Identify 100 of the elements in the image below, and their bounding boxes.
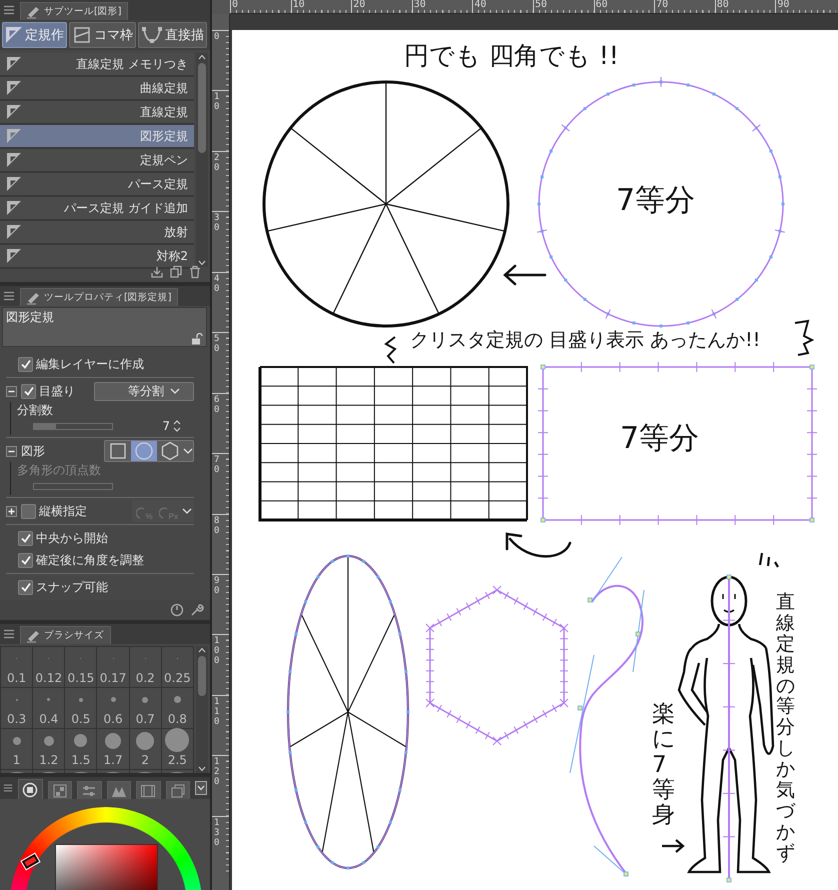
dropdown[interactable]: 等分割 — [94, 382, 194, 400]
checkbox[interactable] — [18, 530, 33, 546]
panel-tab[interactable]: サブツール[図形] — [20, 2, 128, 20]
property-label: スナップ可能 — [36, 578, 108, 596]
curly-bracket-drawing — [794, 320, 814, 356]
brush-size-cell[interactable]: 0.6 — [97, 688, 129, 728]
menu-icon[interactable] — [3, 5, 15, 15]
collapse-toggle[interactable] — [6, 446, 17, 456]
squiggle-bracket-drawing — [384, 336, 397, 364]
pen-icon — [25, 4, 41, 18]
unlock-icon[interactable] — [191, 333, 203, 345]
subtool-item[interactable]: 曲線定規 — [0, 77, 194, 101]
ruler-label: 70 — [214, 454, 220, 476]
brush-dot-icon — [74, 734, 88, 747]
scroll-down-icon[interactable] — [197, 259, 207, 267]
brush-dot-icon — [165, 728, 190, 752]
brush-size-cell[interactable]: 0.17 — [97, 647, 129, 687]
color-grid-icon — [52, 782, 68, 798]
brush-size-cell[interactable]: 0.3 — [1, 688, 32, 728]
checkbox[interactable] — [21, 504, 36, 518]
brush-size-cell[interactable]: 1.5 — [65, 729, 96, 769]
subtool-item[interactable]: 定規ペン — [0, 149, 194, 173]
slider-fill[interactable] — [34, 424, 56, 428]
frame-icon — [72, 26, 92, 44]
tool-name-field[interactable]: 図形定規 — [2, 307, 207, 347]
remark-note: クリスタ定規の 目盛り表示 あったんか!! — [410, 330, 760, 351]
panel-tab[interactable]: ツールプロパティ[図形定規] — [20, 288, 178, 306]
panel-tab[interactable] — [48, 781, 72, 799]
ruler-label: 50 — [214, 333, 220, 354]
panel-menu-button[interactable] — [195, 781, 207, 795]
checkbox[interactable] — [21, 384, 36, 398]
subtool-item[interactable]: 放射 — [0, 221, 194, 245]
triangle-ruler-icon — [6, 80, 22, 96]
panel-tab[interactable] — [106, 781, 131, 799]
plus-icon — [7, 506, 16, 516]
ruler-label: 10 — [214, 91, 220, 112]
scrollbar-thumb[interactable] — [198, 63, 206, 153]
subtool-item[interactable]: 図形定規 — [0, 125, 194, 149]
scrollbar[interactable] — [196, 53, 208, 267]
subtool-item[interactable]: 直線定規 — [0, 101, 194, 125]
duplicate-icon[interactable] — [169, 265, 183, 279]
brush-dot-icon — [44, 736, 54, 746]
tray-arrow-icon[interactable] — [150, 265, 164, 279]
ruler-label: 60 — [214, 394, 220, 415]
triangle-ruler-icon — [6, 56, 22, 72]
tool-group-button[interactable]: コマ枠 — [69, 22, 136, 48]
subtool-item[interactable]: パース定規 — [0, 173, 194, 197]
brush-size-cell[interactable]: 1.2 — [33, 729, 64, 769]
menu-icon[interactable] — [3, 629, 15, 639]
brush-size-cell[interactable]: 2.5 — [162, 729, 193, 769]
scroll-up-icon[interactable] — [197, 646, 207, 654]
scrollbar[interactable] — [196, 646, 208, 773]
brush-size-cell[interactable]: 0.8 — [162, 688, 193, 728]
brush-size-cell[interactable]: 0.7 — [130, 688, 161, 728]
scrollbar-thumb[interactable] — [198, 656, 206, 696]
brush-size-cell[interactable]: 0.1 — [1, 647, 32, 687]
checkbox[interactable] — [18, 580, 33, 594]
checkbox[interactable] — [18, 552, 33, 568]
ruler-label: 130 — [214, 816, 220, 848]
scroll-down-icon[interactable] — [197, 765, 207, 773]
property-label: 図形 — [21, 442, 45, 460]
ruler-label: 120 — [214, 756, 220, 788]
checkbox[interactable] — [18, 356, 33, 372]
panel-tab[interactable]: ブラシサイズ — [20, 626, 111, 644]
brush-dot-icon — [105, 732, 122, 748]
expand-toggle[interactable] — [6, 506, 17, 516]
slider-track[interactable] — [33, 422, 113, 430]
dial-icon[interactable] — [170, 603, 184, 617]
color-wheel-icon — [22, 782, 38, 798]
brush-size-cell[interactable]: 0.2 — [130, 647, 161, 687]
triangle-ruler-icon — [6, 128, 22, 144]
brush-size-cell[interactable]: 0.25 — [162, 647, 193, 687]
menu-icon[interactable] — [3, 783, 13, 793]
subtool-item[interactable]: 直線定規 メモリつき — [0, 53, 194, 77]
brush-dot-icon — [78, 698, 83, 702]
heading-note: 円でも 四角でも !! — [404, 42, 619, 70]
panel-tab[interactable] — [166, 781, 190, 799]
wrench-icon[interactable] — [190, 603, 204, 617]
subtool-item[interactable]: パース定規 ガイド追加 — [0, 197, 194, 221]
subtool-item[interactable]: 対称2 — [0, 245, 194, 269]
brush-dot-icon — [136, 732, 154, 750]
brush-size-cell[interactable]: 1.7 — [97, 729, 129, 769]
trash-icon[interactable] — [188, 265, 202, 279]
shape-selector[interactable] — [104, 440, 194, 462]
left-arrow-drawing — [503, 264, 546, 286]
vertical-note: 楽に7等身 — [652, 702, 675, 828]
panel-tab[interactable] — [18, 779, 42, 799]
collapse-toggle[interactable] — [6, 386, 17, 396]
scroll-up-icon[interactable] — [197, 53, 207, 61]
brush-size-cell[interactable]: 2 — [130, 729, 161, 769]
tool-group-button[interactable]: 定規作 — [2, 22, 67, 48]
tool-name: 図形定規 — [6, 309, 54, 326]
brush-size-cell[interactable]: 0.15 — [65, 647, 96, 687]
spinner-icon[interactable] — [172, 419, 182, 433]
brush-size-cell[interactable]: 1 — [1, 729, 32, 769]
brush-size-cell[interactable]: 0.12 — [33, 647, 64, 687]
brush-size-cell[interactable]: 0.4 — [33, 688, 64, 728]
menu-icon[interactable] — [3, 291, 15, 301]
brush-size-cell[interactable]: 0.5 — [65, 688, 96, 728]
tool-group-button[interactable]: 直接描 — [138, 22, 207, 48]
